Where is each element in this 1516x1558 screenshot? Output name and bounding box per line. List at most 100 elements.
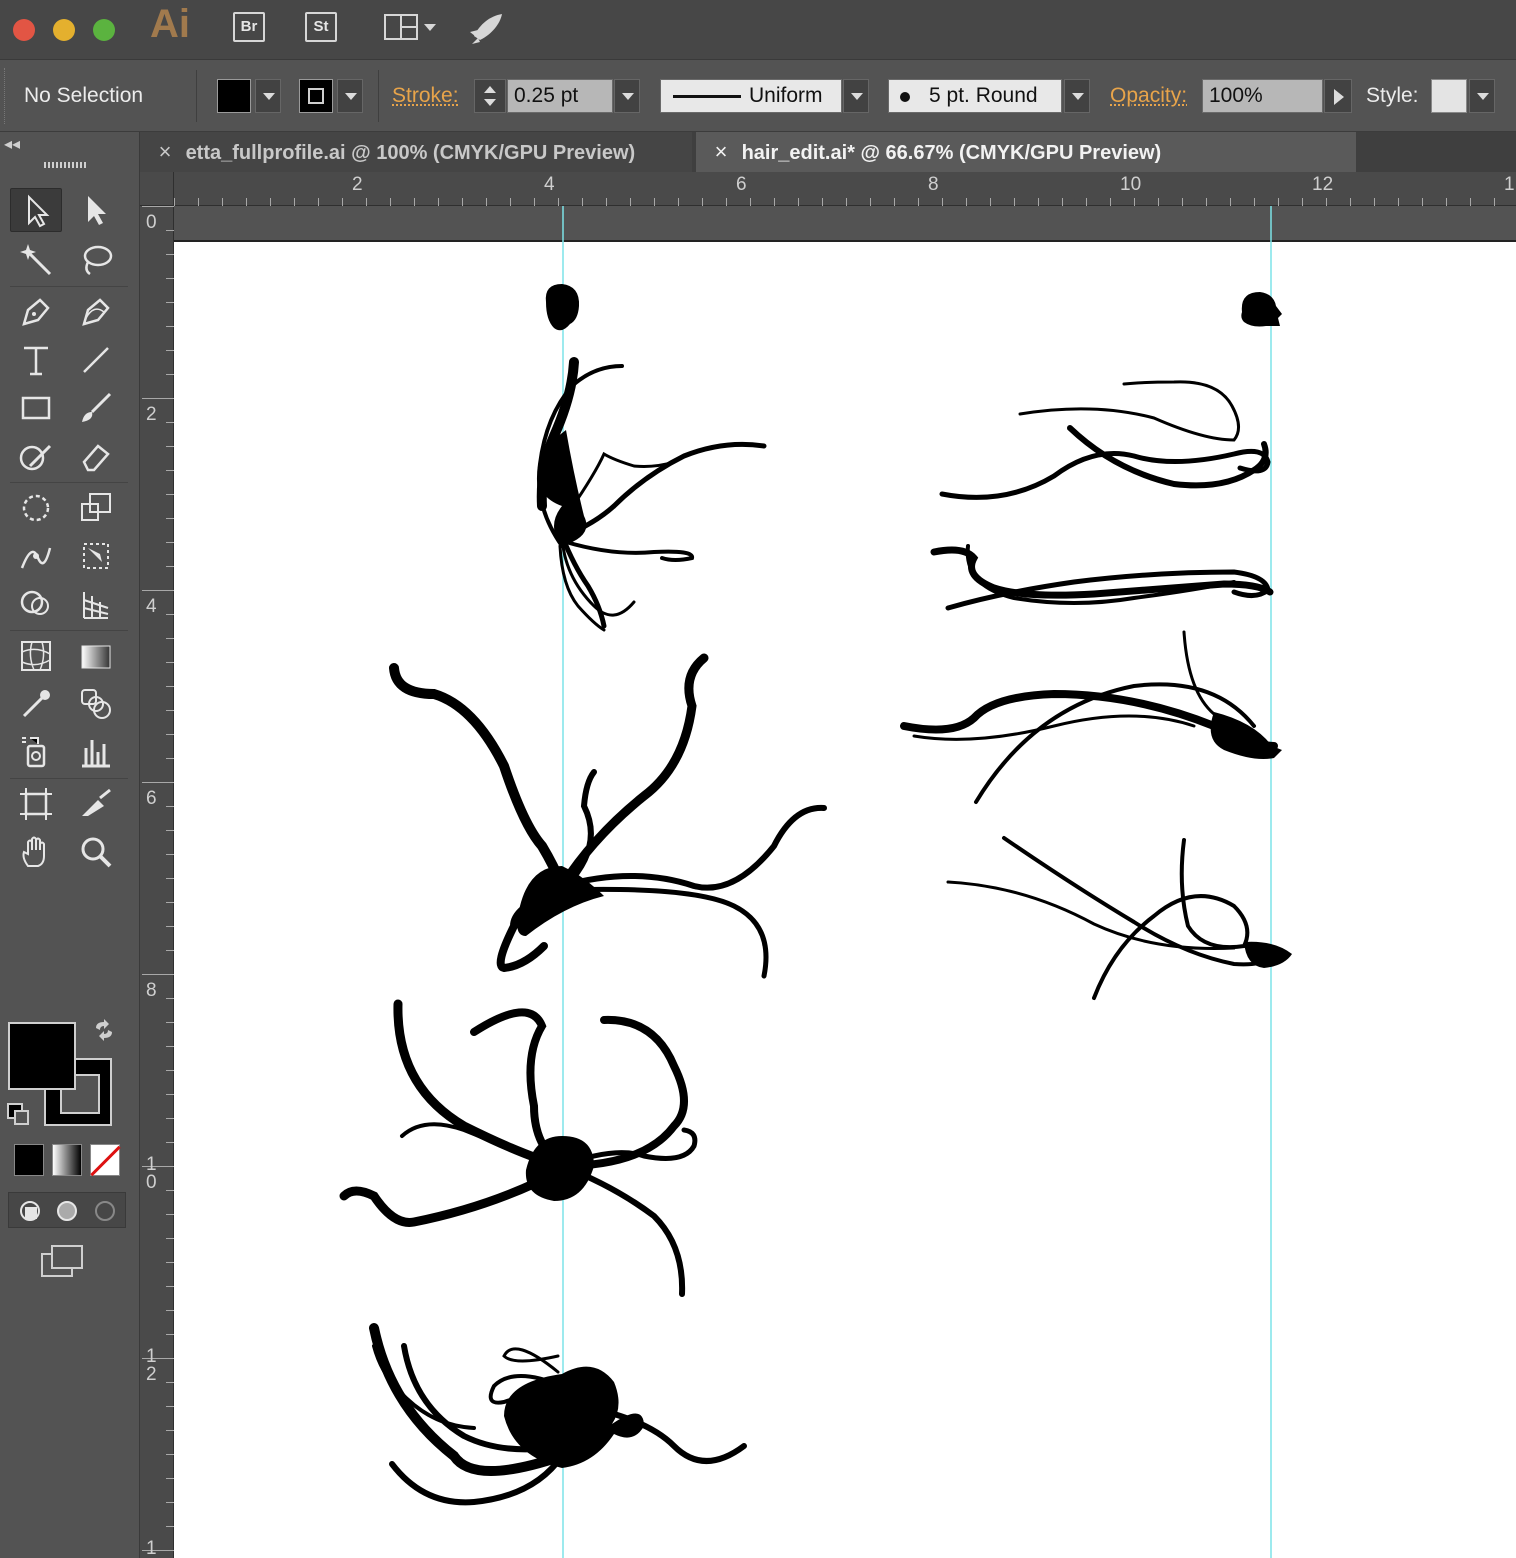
fill-color-swatch[interactable] bbox=[217, 79, 251, 113]
hair-shape-3[interactable] bbox=[339, 999, 698, 1297]
slice-knife-icon bbox=[82, 788, 111, 816]
blend-tool[interactable] bbox=[70, 682, 122, 726]
maximize-window-button[interactable] bbox=[93, 19, 115, 41]
ruler-tick bbox=[750, 198, 751, 206]
head-silhouette-profile[interactable] bbox=[1241, 292, 1282, 327]
ruler-label: 2 bbox=[352, 174, 363, 195]
ruler-origin[interactable] bbox=[140, 172, 174, 206]
panel-grip[interactable] bbox=[44, 162, 86, 168]
artboard-tool[interactable] bbox=[10, 782, 62, 826]
stroke-weight-stepper[interactable] bbox=[474, 79, 506, 113]
eraser-icon bbox=[82, 444, 110, 472]
lasso-icon bbox=[83, 245, 113, 276]
zoom-tool[interactable] bbox=[70, 830, 122, 874]
horizontal-ruler[interactable]: 2 4 6 8 10 12 1 bbox=[174, 172, 1516, 206]
ruler-tick bbox=[166, 470, 174, 471]
mesh-tool[interactable] bbox=[10, 634, 62, 678]
curvature-tool[interactable] bbox=[70, 290, 122, 334]
perspective-grid-tool[interactable] bbox=[70, 582, 122, 626]
lasso-tool[interactable] bbox=[70, 238, 122, 282]
ruler-tick bbox=[630, 198, 631, 206]
scale-icon bbox=[81, 493, 111, 521]
ruler-tick bbox=[222, 198, 223, 206]
perspective-grid-icon bbox=[83, 592, 109, 619]
selection-tool[interactable] bbox=[10, 188, 62, 232]
panel-grip[interactable] bbox=[4, 68, 8, 124]
eraser-tool[interactable] bbox=[70, 434, 122, 478]
width-tool[interactable] bbox=[10, 534, 62, 578]
ruler-tick bbox=[166, 1094, 174, 1095]
close-tab-icon[interactable]: × bbox=[150, 132, 180, 172]
symbol-sprayer-tool[interactable] bbox=[10, 730, 62, 774]
eyedropper-tool[interactable] bbox=[10, 682, 62, 726]
scale-tool[interactable] bbox=[70, 486, 122, 530]
draw-inside-icon[interactable] bbox=[95, 1201, 115, 1221]
canvas[interactable] bbox=[174, 206, 1516, 1558]
stroke-weight-input[interactable]: 0.25 pt bbox=[507, 79, 613, 113]
hair-shape-2[interactable] bbox=[389, 653, 827, 979]
tab-hair-edit[interactable]: × hair_edit.ai* @ 66.67% (CMYK/GPU Previ… bbox=[696, 132, 1356, 172]
opacity-slider-button[interactable] bbox=[1324, 79, 1352, 113]
profile-dropdown[interactable] bbox=[843, 79, 869, 113]
stroke-color-swatch[interactable] bbox=[299, 79, 333, 113]
color-mode-button[interactable] bbox=[14, 1144, 44, 1176]
ruler-tick bbox=[270, 198, 271, 206]
stroke-label[interactable]: Stroke: bbox=[392, 84, 459, 108]
paintbrush-tool[interactable] bbox=[70, 386, 122, 430]
style-dropdown[interactable] bbox=[1469, 79, 1495, 113]
free-transform-tool[interactable] bbox=[70, 534, 122, 578]
ruler-tick bbox=[166, 1022, 174, 1023]
brush-dropdown[interactable] bbox=[1064, 79, 1090, 113]
fill-color-box[interactable] bbox=[8, 1022, 76, 1090]
swap-fill-stroke-icon[interactable] bbox=[92, 1018, 116, 1042]
fill-dropdown-button[interactable] bbox=[255, 79, 281, 113]
ruler-tick bbox=[870, 198, 871, 206]
gradient-mode-button[interactable] bbox=[52, 1144, 82, 1176]
none-mode-button[interactable] bbox=[90, 1144, 120, 1176]
gradient-tool[interactable] bbox=[70, 634, 122, 678]
brush-definition-select[interactable]: 5 pt. Round bbox=[888, 79, 1062, 113]
rocket-icon[interactable] bbox=[466, 10, 506, 48]
hair-profile-4[interactable] bbox=[946, 836, 1276, 1000]
close-window-button[interactable] bbox=[13, 19, 35, 41]
default-fill-stroke-icon[interactable] bbox=[6, 1102, 30, 1126]
vertical-ruler[interactable]: 0 2 4 6 8 1 0 1 2 1 bbox=[140, 206, 174, 1558]
rectangle-tool[interactable] bbox=[10, 386, 62, 430]
arrange-documents-button[interactable] bbox=[383, 13, 439, 43]
hand-tool[interactable] bbox=[10, 830, 62, 874]
stock-button[interactable]: St bbox=[305, 12, 337, 42]
head-silhouette-front[interactable] bbox=[545, 284, 580, 331]
minimize-window-button[interactable] bbox=[53, 19, 75, 41]
ruler-tick bbox=[1278, 198, 1279, 206]
hair-profile-1[interactable] bbox=[939, 380, 1271, 500]
shape-builder-tool[interactable] bbox=[10, 582, 62, 626]
ruler-label: 1 2 bbox=[146, 1346, 157, 1385]
ruler-label: 12 bbox=[1312, 174, 1334, 195]
direct-selection-tool[interactable] bbox=[70, 188, 122, 232]
hair-profile-2[interactable] bbox=[930, 544, 1274, 611]
graphic-style-swatch[interactable] bbox=[1431, 79, 1467, 113]
close-tab-icon[interactable]: × bbox=[706, 132, 736, 172]
slice-tool[interactable] bbox=[70, 782, 122, 826]
hair-shape-4-mass[interactable] bbox=[504, 1366, 644, 1468]
stroke-weight-dropdown[interactable] bbox=[614, 79, 640, 113]
draw-normal-icon[interactable] bbox=[20, 1201, 40, 1221]
tab-etta-fullprofile[interactable]: × etta_fullprofile.ai @ 100% (CMYK/GPU P… bbox=[140, 132, 692, 172]
collapse-panel-icon[interactable]: ◂◂ bbox=[4, 134, 20, 154]
opacity-label[interactable]: Opacity: bbox=[1110, 84, 1187, 108]
pen-tool[interactable] bbox=[10, 290, 62, 334]
hand-icon bbox=[22, 836, 45, 867]
opacity-input[interactable]: 100% bbox=[1202, 79, 1323, 113]
shaper-tool[interactable] bbox=[10, 434, 62, 478]
draw-behind-icon[interactable] bbox=[57, 1201, 77, 1221]
line-segment-tool[interactable] bbox=[70, 338, 122, 382]
screen-mode-button[interactable] bbox=[40, 1242, 86, 1280]
hair-shape-3-mass[interactable] bbox=[525, 1136, 594, 1201]
stroke-dropdown-button[interactable] bbox=[337, 79, 363, 113]
column-graph-tool[interactable] bbox=[70, 730, 122, 774]
bridge-button[interactable]: Br bbox=[233, 12, 265, 42]
rotate-tool[interactable] bbox=[10, 486, 62, 530]
magic-wand-icon bbox=[20, 244, 52, 276]
magic-wand-tool[interactable] bbox=[10, 238, 62, 282]
type-tool[interactable] bbox=[10, 338, 62, 382]
